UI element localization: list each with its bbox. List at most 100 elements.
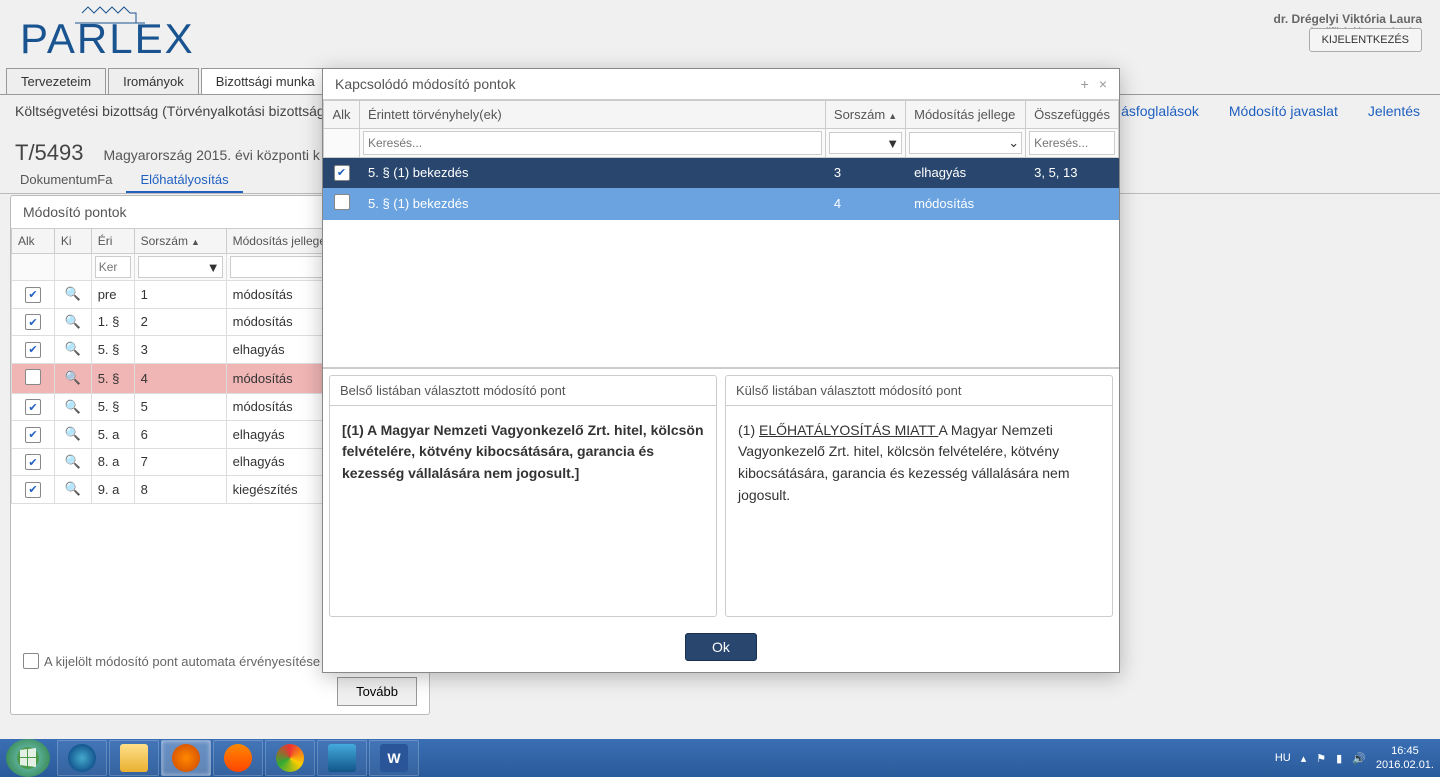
row-checkbox[interactable]: ✔ bbox=[25, 427, 41, 443]
magnify-icon[interactable]: 🔍 bbox=[65, 370, 81, 385]
doc-id: T/5493 bbox=[15, 140, 84, 166]
col-ki[interactable]: Ki bbox=[54, 229, 91, 254]
cell-eri: pre bbox=[91, 281, 134, 309]
mcol-osz[interactable]: Összefüggés bbox=[1026, 101, 1119, 129]
row-checkbox[interactable]: ✔ bbox=[25, 454, 41, 470]
magnify-icon[interactable]: 🔍 bbox=[65, 314, 81, 329]
cell-eri: 5. a bbox=[91, 421, 134, 449]
taskbar-firefox[interactable] bbox=[161, 740, 211, 776]
start-button[interactable] bbox=[6, 739, 50, 777]
taskbar: W HU ▴ ⚑ ▮ 🔊 16:45 2016.02.01. bbox=[0, 739, 1440, 777]
link-jelentes[interactable]: Jelentés bbox=[1368, 103, 1420, 119]
col-alk[interactable]: Alk bbox=[12, 229, 55, 254]
mcol-sorszam[interactable]: Sorszám▲ bbox=[825, 101, 905, 129]
modal-title: Kapcsolódó módosító pontok bbox=[335, 76, 516, 92]
cell-osz: 3, 5, 13 bbox=[1026, 158, 1119, 188]
cell-eri: 5. § bbox=[91, 336, 134, 364]
ok-button[interactable]: Ok bbox=[685, 633, 757, 661]
auto-apply-checkbox[interactable]: A kijelölt módosító pont automata érvény… bbox=[23, 653, 320, 669]
magnify-icon[interactable]: 🔍 bbox=[65, 286, 81, 301]
modal-add-icon[interactable]: + bbox=[1081, 76, 1089, 92]
cell-sorszam: 3 bbox=[134, 336, 226, 364]
cell-osz bbox=[1026, 187, 1119, 219]
close-icon[interactable]: × bbox=[1099, 76, 1107, 92]
modal-table: Alk Érintett törvényhely(ek) Sorszám▲ Mó… bbox=[323, 100, 1119, 220]
cell-sorszam: 5 bbox=[134, 393, 226, 421]
cell-mod: elhagyás bbox=[906, 158, 1026, 188]
modal-header: Kapcsolódó módosító pontok + × bbox=[323, 69, 1119, 100]
cell-eri: 1. § bbox=[91, 308, 134, 336]
subtab-dokumentumfa[interactable]: DokumentumFa bbox=[6, 168, 126, 193]
taskbar-chrome[interactable] bbox=[265, 740, 315, 776]
cell-sorszam: 4 bbox=[134, 363, 226, 393]
svg-text:PARLEX: PARLEX bbox=[20, 15, 195, 60]
logo: PARLEX bbox=[20, 5, 200, 63]
systray: HU ▴ ⚑ ▮ 🔊 16:45 2016.02.01. bbox=[1275, 744, 1440, 773]
cell-er: 5. § (1) bekezdés bbox=[360, 158, 826, 188]
breadcrumb-text: Költségvetési bizottság (Törvényalkotási… bbox=[15, 103, 325, 119]
doc-title: Magyarország 2015. évi központi k bbox=[104, 147, 320, 163]
mfilter-sorsz-dd[interactable]: ▼ bbox=[829, 132, 902, 154]
lang-indicator[interactable]: HU bbox=[1275, 752, 1291, 764]
magnify-icon[interactable]: 🔍 bbox=[65, 341, 81, 356]
cell-eri: 8. a bbox=[91, 448, 134, 476]
cell-sorszam: 4 bbox=[825, 187, 905, 219]
cell-eri: 9. a bbox=[91, 476, 134, 504]
cell-sorszam: 6 bbox=[134, 421, 226, 449]
row-checkbox[interactable]: ✔ bbox=[25, 482, 41, 498]
magnify-icon[interactable]: 🔍 bbox=[65, 454, 81, 469]
tray-up-icon[interactable]: ▴ bbox=[1301, 752, 1307, 765]
mfilter-osz[interactable] bbox=[1029, 131, 1115, 155]
mcol-mod[interactable]: Módosítás jellege bbox=[906, 101, 1026, 129]
cell-sorszam: 7 bbox=[134, 448, 226, 476]
inner-panel-title: Belső listában választott módosító pont bbox=[330, 376, 716, 406]
tovabb-button[interactable]: Tovább bbox=[337, 677, 417, 706]
inner-list-panel: Belső listában választott módosító pont … bbox=[329, 375, 717, 617]
row-checkbox[interactable]: ✔ bbox=[25, 399, 41, 415]
outer-list-panel: Külső listában választott módosító pont … bbox=[725, 375, 1113, 617]
cell-sorszam: 8 bbox=[134, 476, 226, 504]
outer-panel-title: Külső listában választott módosító pont bbox=[726, 376, 1112, 406]
row-checkbox[interactable] bbox=[334, 194, 350, 210]
user-name: dr. Drégelyi Viktória Laura bbox=[1273, 12, 1422, 26]
filter-sorszam-dd[interactable]: ▼ bbox=[138, 256, 223, 278]
network-icon[interactable]: ▮ bbox=[1336, 752, 1342, 765]
auto-apply-label: A kijelölt módosító pont automata érvény… bbox=[44, 654, 320, 669]
link-modosito-javaslat[interactable]: Módosító javaslat bbox=[1229, 103, 1338, 119]
row-checkbox[interactable]: ✔ bbox=[334, 165, 350, 181]
cell-sorszam: 1 bbox=[134, 281, 226, 309]
taskbar-explorer[interactable] bbox=[109, 740, 159, 776]
mcol-alk[interactable]: Alk bbox=[324, 101, 360, 129]
link-asfoglalasok[interactable]: ásfoglalások bbox=[1121, 103, 1199, 119]
col-eri[interactable]: Éri bbox=[91, 229, 134, 254]
table-row[interactable]: 5. § (1) bekezdés4módosítás bbox=[324, 187, 1119, 219]
volume-icon[interactable]: 🔊 bbox=[1352, 752, 1366, 765]
subtab-elohatalyositas[interactable]: Előhatályosítás bbox=[126, 168, 242, 193]
magnify-icon[interactable]: 🔍 bbox=[65, 399, 81, 414]
clock[interactable]: 16:45 2016.02.01. bbox=[1376, 744, 1434, 773]
magnify-icon[interactable]: 🔍 bbox=[65, 481, 81, 496]
taskbar-media[interactable] bbox=[213, 740, 263, 776]
row-checkbox[interactable]: ✔ bbox=[25, 342, 41, 358]
tab-bizottsagi[interactable]: Bizottsági munka bbox=[201, 68, 330, 94]
taskbar-word[interactable]: W bbox=[369, 740, 419, 776]
row-checkbox[interactable] bbox=[25, 369, 41, 385]
outer-panel-text: (1) ELŐHATÁLYOSÍTÁS MIATT A Magyar Nemze… bbox=[726, 406, 1112, 616]
logout-button[interactable]: KIJELENTKEZÉS bbox=[1309, 28, 1422, 52]
magnify-icon[interactable]: 🔍 bbox=[65, 426, 81, 441]
flag-icon[interactable]: ⚑ bbox=[1316, 752, 1326, 765]
taskbar-ie[interactable] bbox=[57, 740, 107, 776]
row-checkbox[interactable]: ✔ bbox=[25, 287, 41, 303]
tab-iromanyok[interactable]: Irományok bbox=[108, 68, 199, 94]
cell-sorszam: 2 bbox=[134, 308, 226, 336]
filter-eri[interactable] bbox=[95, 256, 131, 278]
tab-tervezeteim[interactable]: Tervezeteim bbox=[6, 68, 106, 94]
row-checkbox[interactable]: ✔ bbox=[25, 314, 41, 330]
inner-panel-text: [(1) A Magyar Nemzeti Vagyonkezelő Zrt. … bbox=[342, 422, 704, 481]
mfilter-er[interactable] bbox=[363, 131, 822, 155]
taskbar-app1[interactable] bbox=[317, 740, 367, 776]
mcol-erintett[interactable]: Érintett törvényhely(ek) bbox=[360, 101, 826, 129]
mfilter-mod-dd[interactable]: ⌄ bbox=[909, 132, 1022, 154]
table-row[interactable]: ✔5. § (1) bekezdés3elhagyás3, 5, 13 bbox=[324, 158, 1119, 188]
col-sorszam[interactable]: Sorszám▲ bbox=[134, 229, 226, 254]
